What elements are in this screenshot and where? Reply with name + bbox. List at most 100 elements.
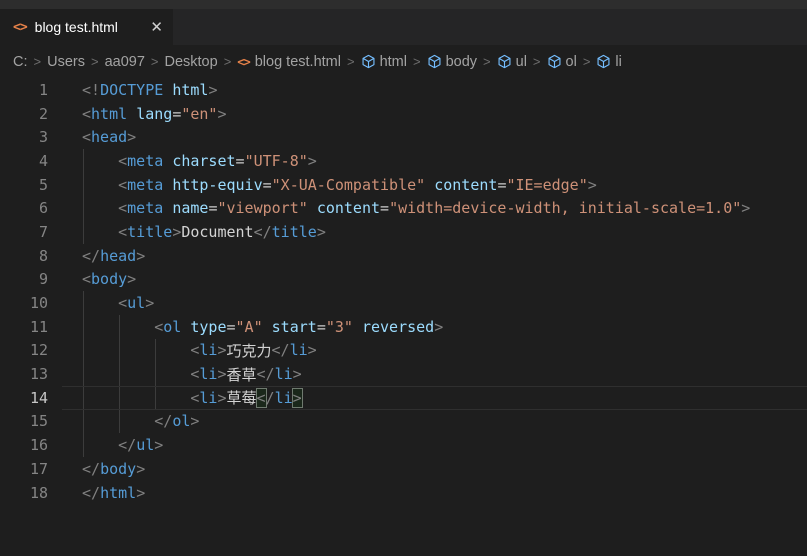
breadcrumb-separator: >: [582, 54, 591, 69]
line-number[interactable]: 4: [0, 152, 48, 170]
code-line[interactable]: < head >: [82, 125, 807, 149]
code-line[interactable]: </body >: [82, 457, 807, 481]
code-token: </: [82, 246, 101, 265]
code-token: 草莓: [226, 389, 257, 408]
breadcrumb-segment-c-[interactable]: C:: [13, 54, 28, 70]
line-number[interactable]: 10: [0, 294, 48, 312]
breadcrumb-segment-users[interactable]: Users: [47, 54, 85, 70]
element-cube-icon: [361, 54, 376, 69]
line-number[interactable]: 6: [0, 199, 48, 217]
code-token: html: [91, 104, 128, 123]
tab-blog-test-html[interactable]: <> blog test.html ✕: [0, 9, 173, 45]
line-number[interactable]: 17: [0, 460, 48, 478]
breadcrumb-segment-blog-test-html[interactable]: <> blog test.html: [237, 54, 341, 70]
breadcrumb-segment-desktop[interactable]: Desktop: [164, 54, 217, 70]
code-row: 17 </body >: [0, 457, 807, 481]
code-token: <: [190, 365, 200, 384]
code-line[interactable]: < body >: [82, 268, 807, 292]
code-row: 4 < meta charset = "UTF-8" >: [0, 149, 807, 173]
code-token: li: [199, 341, 218, 360]
code-token: content: [434, 175, 498, 194]
code-token: =: [235, 151, 245, 170]
breadcrumb-label: aa097: [104, 53, 145, 70]
code-token: >: [587, 175, 597, 194]
code-line[interactable]: </ol >: [82, 409, 807, 434]
line-number[interactable]: 13: [0, 365, 48, 383]
line-number[interactable]: 11: [0, 318, 48, 336]
code-line[interactable]: < ul >: [82, 291, 807, 315]
breadcrumb-label: li: [615, 53, 622, 70]
code-token: >: [127, 128, 137, 147]
line-number[interactable]: 3: [0, 128, 48, 146]
code-token: <: [118, 222, 128, 241]
code-token: title: [271, 222, 317, 241]
code-editor: 1 <! DOCTYPE html >2 < html lang = "en" >3 < head >…: [0, 78, 807, 504]
code-line[interactable]: < ol type = "A" start = "3" reversed >: [82, 314, 807, 339]
code-line[interactable]: </ul >: [82, 433, 807, 457]
code-token: >: [172, 222, 182, 241]
code-token: head: [91, 128, 128, 147]
code-token: "IE=edge": [506, 175, 588, 194]
code-line[interactable]: < meta charset = "UTF-8" >: [82, 149, 807, 173]
breadcrumb-segment-html[interactable]: html: [361, 54, 407, 70]
code-token: <: [154, 317, 164, 336]
code-line[interactable]: </head >: [82, 244, 807, 268]
code-token: name: [172, 199, 209, 218]
code-token: <: [190, 341, 200, 360]
code-token: li: [199, 365, 218, 384]
code-token: =: [380, 199, 390, 218]
code-token: "X-UA-Compatible": [271, 175, 426, 194]
breadcrumb-segment-ul[interactable]: ul: [497, 54, 527, 70]
code-token: >: [145, 294, 155, 313]
code-line[interactable]: < meta http-equiv = "X-UA-Compatible" conte…: [82, 172, 807, 197]
code-line[interactable]: < li > 巧克力 </li >: [82, 338, 807, 363]
code-token: content: [316, 199, 381, 218]
code-line[interactable]: < html lang = "en" >: [82, 102, 807, 126]
code-line[interactable]: < li > 香草 </li >: [82, 362, 807, 386]
breadcrumb-label: Users: [47, 53, 85, 70]
code-line[interactable]: < title > Document </title >: [82, 220, 807, 244]
line-number[interactable]: 7: [0, 223, 48, 241]
line-number[interactable]: 16: [0, 436, 48, 454]
line-number[interactable]: 1: [0, 81, 48, 99]
code-token: =: [208, 199, 218, 218]
breadcrumb-separator: >: [223, 54, 232, 69]
breadcrumb-segment-aa097[interactable]: aa097: [105, 54, 145, 70]
line-number[interactable]: 9: [0, 270, 48, 288]
breadcrumb-segment-ol[interactable]: ol: [547, 54, 577, 70]
breadcrumb-segment-body[interactable]: body: [427, 54, 477, 70]
code-token: /: [265, 388, 275, 407]
code-token: >: [217, 104, 227, 123]
code-token: http-equiv: [172, 175, 263, 194]
code-line[interactable]: < li > 草莓 < / li >: [82, 385, 807, 410]
code-row: 14 < li > 草莓 < / li >: [0, 385, 807, 410]
matched-bracket: >: [291, 387, 303, 408]
line-number[interactable]: 5: [0, 176, 48, 194]
code-token: start: [271, 317, 317, 336]
line-number[interactable]: 2: [0, 105, 48, 123]
code-token: <: [118, 175, 128, 194]
breadcrumb-segment-li[interactable]: li: [596, 53, 622, 70]
code-token: <: [82, 270, 92, 289]
breadcrumb-separator: >: [346, 54, 355, 69]
line-number[interactable]: 14: [0, 389, 48, 407]
line-number[interactable]: 15: [0, 412, 48, 430]
close-icon[interactable]: ✕: [150, 20, 163, 35]
code-token: head: [100, 246, 137, 265]
line-number[interactable]: 18: [0, 484, 48, 502]
code-token: meta: [127, 199, 164, 218]
code-token: DOCTYPE: [100, 80, 164, 99]
code-line[interactable]: < meta name = "viewport" content = "width=dev…: [82, 196, 807, 221]
breadcrumb-label: blog test.html: [254, 53, 341, 70]
line-number[interactable]: 8: [0, 247, 48, 265]
code-line[interactable]: </html >: [82, 481, 807, 505]
code-token: "en": [181, 104, 218, 123]
code-line[interactable]: <! DOCTYPE html >: [82, 78, 807, 102]
breadcrumb-separator: >: [483, 54, 491, 69]
line-number[interactable]: 12: [0, 341, 48, 359]
title-bar: [0, 0, 807, 9]
